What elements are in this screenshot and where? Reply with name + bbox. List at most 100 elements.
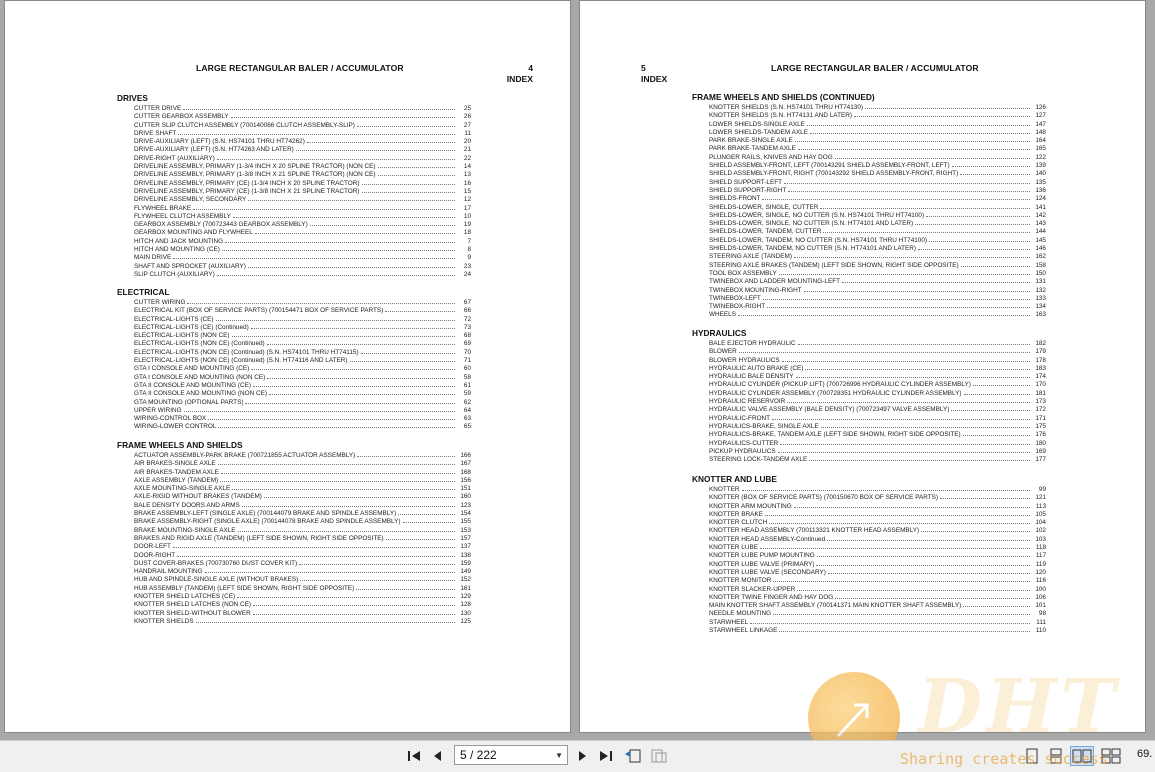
index-entry[interactable]: SHIELD ASSEMBLY-FRONT, LEFT (700143291 S… — [692, 161, 1046, 169]
index-entry[interactable]: ELECTRICAL-LIGHTS (NON CE) (Continued) (… — [117, 356, 471, 364]
index-entry[interactable]: PICKUP HYDRAULICS 169 — [692, 447, 1046, 455]
index-entry[interactable]: DRIVELINE ASSEMBLY, PRIMARY (CE) (1-3/8 … — [117, 187, 471, 195]
index-entry[interactable]: HITCH AND MOUNTING (CE) 8 — [117, 245, 471, 253]
go-forward-view-icon[interactable] — [649, 746, 669, 766]
index-entry[interactable]: HUB AND SPINDLE-SINGLE AXLE (WITHOUT BRA… — [117, 575, 471, 583]
index-entry[interactable]: BRAKE ASSEMBLY-LEFT (SINGLE AXLE) (70014… — [117, 509, 471, 517]
index-entry[interactable]: KNOTTER SHIELD LATCHES (CE) 129 — [117, 592, 471, 600]
index-entry[interactable]: BALE DENSITY DOORS AND ARMS 123 — [117, 501, 471, 509]
index-entry[interactable]: KNOTTER ARM MOUNTING 113 — [692, 502, 1046, 510]
index-entry[interactable]: DRIVE-AUXILIARY (LEFT) (S.N. HS74101 THR… — [117, 137, 471, 145]
index-entry[interactable]: NEEDLE MOUNTING 98 — [692, 609, 1046, 617]
index-entry[interactable]: HYDRAULICS-CUTTER 180 — [692, 439, 1046, 447]
index-entry[interactable]: DRIVE-RIGHT (AUXILIARY) 22 — [117, 154, 471, 162]
page-number-input[interactable]: 5 / 222 ▼ — [454, 745, 568, 765]
index-entry[interactable]: BRAKE ASSEMBLY-RIGHT (SINGLE AXLE) (7001… — [117, 517, 471, 525]
index-entry[interactable]: GTA II CONSOLE AND MOUNTING (NON CE) 59 — [117, 389, 471, 397]
index-entry[interactable]: DRIVELINE ASSEMBLY, SECONDARY 12 — [117, 195, 471, 203]
index-entry[interactable]: MAIN KNOTTER SHAFT ASSEMBLY (700141371 M… — [692, 601, 1046, 609]
index-entry[interactable]: PARK BRAKE-SINGLE AXLE 164 — [692, 136, 1046, 144]
index-entry[interactable]: DOOR-RIGHT 138 — [117, 551, 471, 559]
index-entry[interactable]: SHIELDS-LOWER, TANDEM, NO CUTTER (S.N. H… — [692, 236, 1046, 244]
index-entry[interactable]: PARK BRAKE-TANDEM AXLE 165 — [692, 144, 1046, 152]
index-entry[interactable]: STARWHEEL 111 — [692, 618, 1046, 626]
index-entry[interactable]: DRIVELINE ASSEMBLY, PRIMARY (1-3/4 INCH … — [117, 162, 471, 170]
zoom-level[interactable]: 69. — [1137, 748, 1152, 760]
index-entry[interactable]: FLYWHEEL CLUTCH ASSEMBLY 10 — [117, 212, 471, 220]
index-entry[interactable]: SHIELDS-FRONT 124 — [692, 194, 1046, 202]
index-entry[interactable]: SHIELDS-LOWER, SINGLE, NO CUTTER (S.N. H… — [692, 211, 1046, 219]
index-entry[interactable]: TWINEBOX MOUNTING-RIGHT 132 — [692, 286, 1046, 294]
index-entry[interactable]: HYDRAULIC AUTO BRAKE (CE) 183 — [692, 364, 1046, 372]
index-entry[interactable]: HUB ASSEMBLY (TANDEM) (LEFT SIDE SHOWN, … — [117, 584, 471, 592]
index-entry[interactable]: STEERING LOCK-TANDEM AXLE 177 — [692, 455, 1046, 463]
index-entry[interactable]: HYDRAULICS-BRAKE, SINGLE AXLE 175 — [692, 422, 1046, 430]
index-entry[interactable]: ELECTRICAL-LIGHTS (NON CE) 68 — [117, 331, 471, 339]
index-entry[interactable]: KNOTTER HEAD ASSEMBLY-Continued 103 — [692, 535, 1046, 543]
index-entry[interactable]: PLUNGER RAILS, KNIVES AND HAY DOG 122 — [692, 153, 1046, 161]
index-entry[interactable]: SHIELDS-LOWER, SINGLE, CUTTER 141 — [692, 203, 1046, 211]
index-entry[interactable]: KNOTTER LUBE 118 — [692, 543, 1046, 551]
index-entry[interactable]: HITCH AND JACK MOUNTING 7 — [117, 237, 471, 245]
index-entry[interactable]: STEERING AXLE BRAKES (TANDEM) (LEFT SIDE… — [692, 261, 1046, 269]
index-entry[interactable]: UPPER WIRING 64 — [117, 406, 471, 414]
index-entry[interactable]: SHIELD SUPPORT-LEFT 135 — [692, 178, 1046, 186]
index-entry[interactable]: WIRING-LOWER CONTROL 65 — [117, 422, 471, 430]
index-entry[interactable]: KNOTTER HEAD ASSEMBLY (700113321 KNOTTER… — [692, 526, 1046, 534]
index-entry[interactable]: KNOTTER CLUTCH 104 — [692, 518, 1046, 526]
previous-page-icon[interactable] — [430, 746, 446, 766]
index-entry[interactable]: KNOTTER 99 — [692, 485, 1046, 493]
index-entry[interactable]: TWINEBOX-LEFT 133 — [692, 294, 1046, 302]
index-entry[interactable]: DUST COVER-BRAKES (700730760 DUST COVER … — [117, 559, 471, 567]
last-page-icon[interactable] — [597, 746, 615, 766]
index-entry[interactable]: TWINEBOX AND LADDER MOUNTING-LEFT 131 — [692, 277, 1046, 285]
index-entry[interactable]: CUTTER SLIP CLUTCH ASSEMBLY (700140066 C… — [117, 121, 471, 129]
index-entry[interactable]: FLYWHEEL BRAKE 17 — [117, 204, 471, 212]
index-entry[interactable]: GEARBOX ASSEMBLY (700723443 GEARBOX ASSE… — [117, 220, 471, 228]
index-entry[interactable]: KNOTTER SHIELD LATCHES (NON CE) 128 — [117, 600, 471, 608]
index-entry[interactable]: HYDRAULIC BALE DENSITY 174 — [692, 372, 1046, 380]
index-entry[interactable]: ACTUATOR ASSEMBLY-PARK BRAKE (700721855 … — [117, 451, 471, 459]
index-entry[interactable]: KNOTTER LUBE VALVE (SECONDARY) 120 — [692, 568, 1046, 576]
index-entry[interactable]: GTA MOUNTING (OPTIONAL PARTS) 62 — [117, 398, 471, 406]
index-entry[interactable]: GEARBOX MOUNTING AND FLYWHEEL 18 — [117, 228, 471, 236]
index-entry[interactable]: SHIELDS-LOWER, SINGLE, NO CUTTER (S.N. H… — [692, 219, 1046, 227]
index-entry[interactable]: DRIVELINE ASSEMBLY, PRIMARY (1-3/8 INCH … — [117, 170, 471, 178]
next-page-icon[interactable] — [574, 746, 590, 766]
index-entry[interactable]: SHIELDS-LOWER, TANDEM, CUTTER 144 — [692, 227, 1046, 235]
index-entry[interactable]: CUTTER GEARBOX ASSEMBLY 26 — [117, 112, 471, 120]
index-entry[interactable]: MAIN DRIVE 9 — [117, 253, 471, 261]
index-entry[interactable]: LOWER SHIELDS-SINGLE AXLE 147 — [692, 120, 1046, 128]
index-entry[interactable]: AIR BRAKES-TANDEM AXLE 168 — [117, 468, 471, 476]
index-entry[interactable]: SHAFT AND SPROCKET (AUXILIARY) 23 — [117, 262, 471, 270]
index-entry[interactable]: KNOTTER SHIELDS 125 — [117, 617, 471, 625]
index-entry[interactable]: KNOTTER LUBE PUMP MOUNTING 117 — [692, 551, 1046, 559]
index-entry[interactable]: ELECTRICAL-LIGHTS (CE) 72 — [117, 315, 471, 323]
index-entry[interactable]: ELECTRICAL-LIGHTS (NON CE) (Continued) 69 — [117, 339, 471, 347]
index-entry[interactable]: HYDRAULIC CYLINDER (PICKUP LIFT) (700726… — [692, 380, 1046, 388]
index-entry[interactable]: GTA I CONSOLE AND MOUNTING (NON CE) 58 — [117, 373, 471, 381]
index-entry[interactable]: KNOTTER BRAKE 105 — [692, 510, 1046, 518]
document-viewer[interactable]: LARGE RECTANGULAR BALER / ACCUMULATOR 4 … — [0, 0, 1155, 740]
index-entry[interactable]: KNOTTER MONITOR 116 — [692, 576, 1046, 584]
index-entry[interactable]: DRIVE SHAFT 11 — [117, 129, 471, 137]
index-entry[interactable]: BLOWER HYDRAULICS 178 — [692, 356, 1046, 364]
chevron-down-icon[interactable]: ▼ — [555, 751, 563, 760]
index-entry[interactable]: DRIVELINE ASSEMBLY, PRIMARY (CE) (1-3/4 … — [117, 179, 471, 187]
index-entry[interactable]: ELECTRICAL-LIGHTS (NON CE) (Continued) (… — [117, 348, 471, 356]
index-entry[interactable]: WIRING-CONTROL BOX 63 — [117, 414, 471, 422]
index-entry[interactable]: AIR BRAKES-SINGLE AXLE 167 — [117, 459, 471, 467]
index-entry[interactable]: AXLE ASSEMBLY (TANDEM) 156 — [117, 476, 471, 484]
index-entry[interactable]: SLIP CLUTCH (AUXILIARY) 24 — [117, 270, 471, 278]
index-entry[interactable]: ELECTRICAL-LIGHTS (CE) (Continued) 73 — [117, 323, 471, 331]
index-entry[interactable]: LOWER SHIELDS-TANDEM AXLE 148 — [692, 128, 1046, 136]
index-entry[interactable]: SHIELD ASSEMBLY-FRONT, RIGHT (700143292 … — [692, 169, 1046, 177]
index-entry[interactable]: SHIELDS-LOWER, TANDEM, NO CUTTER (S.N. H… — [692, 244, 1046, 252]
index-entry[interactable]: KNOTTER (BOX OF SERVICE PARTS) (70015067… — [692, 493, 1046, 501]
index-entry[interactable]: KNOTTER SHIELDS (S.N. HT74131 AND LATER)… — [692, 111, 1046, 119]
index-entry[interactable]: KNOTTER SHIELDS (S.N. HS74101 THRU HT741… — [692, 103, 1046, 111]
index-entry[interactable]: STARWHEEL LINKAGE 110 — [692, 626, 1046, 634]
first-page-icon[interactable] — [405, 746, 423, 766]
go-back-view-icon[interactable] — [623, 746, 643, 766]
index-entry[interactable]: CUTTER WIRING 67 — [117, 298, 471, 306]
